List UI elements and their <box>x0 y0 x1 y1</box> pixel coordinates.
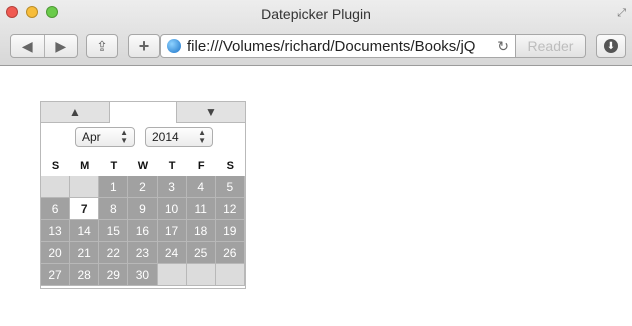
day-cell[interactable]: 30 <box>128 264 158 286</box>
back-forward-group: ◀ ▶ <box>10 34 78 58</box>
day-cell[interactable]: 9 <box>128 198 158 220</box>
day-cell[interactable]: 18 <box>186 220 216 242</box>
weekday-label: S <box>51 160 60 172</box>
day-cell[interactable]: 1 <box>99 176 129 198</box>
share-button[interactable]: ⇪ <box>86 34 118 58</box>
triangle-down-icon: ▼ <box>205 105 217 119</box>
forward-button[interactable]: ▶ <box>43 35 78 57</box>
new-tab-button[interactable]: + <box>128 34 160 58</box>
address-bar[interactable]: file:///Volumes/richard/Documents/Books/… <box>160 34 516 58</box>
day-cell[interactable]: 15 <box>99 220 129 242</box>
downloads-button[interactable]: ⬇ <box>596 34 626 58</box>
triangle-up-icon: ▲ <box>69 105 81 119</box>
day-cell <box>186 264 216 286</box>
day-cell[interactable]: 22 <box>99 242 129 264</box>
day-cell[interactable]: 27 <box>41 264 71 286</box>
day-cell[interactable]: 13 <box>41 220 71 242</box>
day-cell <box>215 264 245 286</box>
chevron-right-icon: ▶ <box>55 37 67 54</box>
day-cell[interactable]: 19 <box>215 220 245 242</box>
day-cell[interactable]: 4 <box>186 176 216 198</box>
chevron-left-icon: ◀ <box>21 37 33 54</box>
select-arrows-icon: ▲ ▼ <box>198 128 206 145</box>
week-row: 20 21 22 23 24 25 26 <box>41 242 245 264</box>
day-cell[interactable]: 25 <box>186 242 216 264</box>
day-cell[interactable]: 14 <box>70 220 100 242</box>
week-row: 27 28 29 30 <box>41 264 245 286</box>
day-cell[interactable]: 6 <box>41 198 71 220</box>
calendar-grid: 1 2 3 4 5 6 7 8 9 10 11 12 13 14 15 16 1… <box>41 176 245 288</box>
window-title: Datepicker Plugin <box>261 6 371 22</box>
day-cell[interactable]: 24 <box>157 242 187 264</box>
browser-window: Datepicker Plugin ⤢ ◀ ▶ ⇪ + file:///Volu… <box>0 0 632 326</box>
weekday-label: S <box>226 160 234 172</box>
day-cell[interactable]: 2 <box>128 176 158 198</box>
day-cell[interactable]: 26 <box>215 242 245 264</box>
day-cell[interactable]: 21 <box>70 242 100 264</box>
share-icon: ⇪ <box>96 37 108 54</box>
day-cell[interactable]: 11 <box>186 198 216 220</box>
day-cell[interactable]: 5 <box>215 176 245 198</box>
titlebar: Datepicker Plugin ⤢ ◀ ▶ ⇪ + file:///Volu… <box>0 0 632 66</box>
datepicker: ▲ ▼ Apr ▲ ▼ 2014 ▲ ▼ S M T W T F S 1 2 3… <box>40 101 246 289</box>
weekday-label: W <box>137 160 149 172</box>
fullscreen-icon[interactable]: ⤢ <box>617 7 626 20</box>
day-cell[interactable]: 28 <box>70 264 100 286</box>
download-icon: ⬇ <box>604 39 618 53</box>
year-select[interactable]: 2014 ▲ ▼ <box>145 127 213 147</box>
day-cell <box>157 264 187 286</box>
select-arrows-icon: ▲ ▼ <box>120 128 128 145</box>
week-row: 13 14 15 16 17 18 19 <box>41 220 245 242</box>
weekday-label: T <box>168 160 176 172</box>
day-cell <box>41 176 71 198</box>
day-cell[interactable]: 17 <box>157 220 187 242</box>
weekday-label: M <box>80 160 90 172</box>
prev-month-button[interactable]: ▲ <box>41 102 110 123</box>
globe-icon <box>167 39 181 53</box>
day-cell[interactable]: 23 <box>128 242 158 264</box>
week-row: 6 7 8 9 10 11 12 <box>41 198 245 220</box>
day-cell[interactable]: 12 <box>215 198 245 220</box>
back-button[interactable]: ◀ <box>11 35 44 57</box>
next-month-button[interactable]: ▼ <box>176 102 245 123</box>
day-cell[interactable]: 8 <box>99 198 129 220</box>
year-value: 2014 <box>152 130 179 144</box>
day-cell[interactable]: 10 <box>157 198 187 220</box>
day-cell[interactable]: 3 <box>157 176 187 198</box>
day-cell <box>70 176 100 198</box>
day-cell[interactable]: 7 <box>70 198 100 220</box>
plus-icon: + <box>138 35 150 56</box>
day-cell[interactable]: 20 <box>41 242 71 264</box>
weekday-label: T <box>110 160 118 172</box>
day-cell[interactable]: 29 <box>99 264 129 286</box>
weekday-header: S M T W T F S <box>41 160 245 172</box>
week-row: 1 2 3 4 5 <box>41 176 245 198</box>
day-cell[interactable]: 16 <box>128 220 158 242</box>
month-value: Apr <box>82 130 101 144</box>
address-url: file:///Volumes/richard/Documents/Books/… <box>187 37 476 55</box>
reader-button[interactable]: Reader <box>516 34 586 58</box>
month-select[interactable]: Apr ▲ ▼ <box>75 127 135 147</box>
reload-icon[interactable]: ↻ <box>497 38 509 55</box>
weekday-label: F <box>197 160 205 172</box>
